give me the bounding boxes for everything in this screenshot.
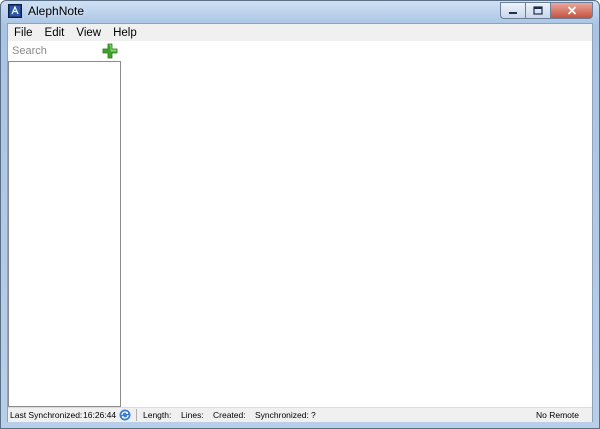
synchronized-label: Synchronized: <box>255 410 309 420</box>
status-separator <box>136 409 137 421</box>
maximize-button[interactable] <box>525 2 550 19</box>
menu-bar: File Edit View Help <box>8 24 592 41</box>
minimize-button[interactable] <box>500 2 525 19</box>
maximize-icon <box>533 6 543 15</box>
close-button[interactable] <box>550 2 593 19</box>
minimize-icon <box>509 11 517 14</box>
plus-icon <box>102 43 118 59</box>
note-editor[interactable] <box>124 41 592 407</box>
note-list[interactable] <box>8 61 121 407</box>
status-bar: Last Synchronized: 16:26:44 Length: Line… <box>8 407 592 422</box>
menu-edit[interactable]: Edit <box>39 24 71 41</box>
menu-file[interactable]: File <box>8 24 39 41</box>
lines-label: Lines: <box>181 410 204 420</box>
synchronized-value: ? <box>311 410 316 420</box>
title-bar[interactable]: AlephNote <box>1 1 599 23</box>
menu-help[interactable]: Help <box>107 24 143 41</box>
menu-view[interactable]: View <box>70 24 107 41</box>
last-sync-time: 16:26:44 <box>83 410 117 420</box>
app-window: AlephNote File Edit View Help Search Las… <box>0 0 600 429</box>
length-label: Length: <box>143 410 172 420</box>
last-sync-label: Last Synchronized: <box>10 410 83 420</box>
window-title: AlephNote <box>28 4 85 18</box>
caption-buttons <box>500 2 593 19</box>
sync-icon[interactable] <box>119 409 131 421</box>
remote-status: No Remote <box>536 410 579 420</box>
client-area: File Edit View Help Last Synchronized: 1… <box>7 23 593 422</box>
alephnote-app-icon[interactable] <box>8 4 22 18</box>
created-label: Created: <box>213 410 246 420</box>
add-note-button[interactable] <box>102 43 118 59</box>
search-input[interactable] <box>12 43 97 59</box>
search-row <box>8 41 121 61</box>
close-icon <box>567 6 576 15</box>
